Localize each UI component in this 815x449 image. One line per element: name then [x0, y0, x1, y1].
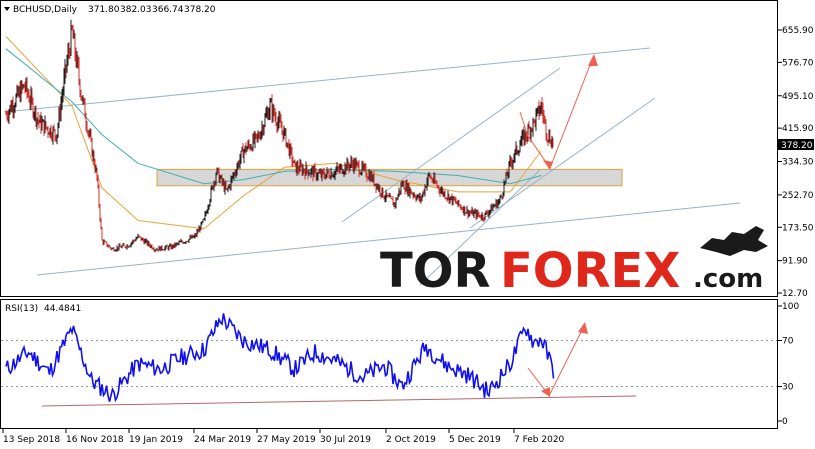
- price-tick-label: 91.90: [782, 257, 808, 267]
- time-tick-label: 16 Nov 2018: [66, 435, 124, 445]
- price-tick-label: 12.70: [782, 289, 808, 299]
- time-tick-label: 13 Sep 2018: [3, 435, 60, 445]
- time-axis: 13 Sep 2018 16 Nov 2018 19 Jan 2019 24 Mar …: [2, 429, 565, 445]
- logo-part-tor: TOR: [380, 243, 491, 299]
- price-tick-label: 415.90: [782, 124, 814, 134]
- logo-part-forex: FOREX: [500, 243, 680, 299]
- forex-chart: BCHUSD,Daily 371.80 382.03 366.74 378.20…: [0, 0, 814, 445]
- rsi-tick-label: 0: [782, 417, 788, 427]
- price-tick-label: 334.30: [782, 158, 814, 168]
- low-value: 366.74: [152, 5, 184, 15]
- price-tick-label: 495.10: [782, 92, 814, 102]
- support-zone-layer: [156, 168, 623, 187]
- time-tick-label: 19 Jan 2019: [129, 435, 183, 445]
- time-tick-label: 27 May 2019: [257, 435, 316, 445]
- time-tick-label: 24 Mar 2019: [194, 435, 251, 445]
- price-axis: 655.90 576.70 495.10 415.90 334.30 252.70 173.…: [778, 26, 814, 299]
- rsi-tick-label: 30: [782, 383, 794, 393]
- time-tick-label: 7 Feb 2020: [514, 435, 565, 445]
- price-header: BCHUSD,Daily 371.80 382.03 366.74 378.20: [4, 5, 216, 15]
- time-tick-label: 30 Jul 2019: [320, 435, 371, 445]
- rsi-indicator-name: RSI(13): [5, 304, 38, 314]
- open-value: 371.80: [88, 5, 120, 15]
- support-zone: [156, 168, 623, 187]
- close-value: 378.20: [184, 5, 216, 15]
- price-tick-label: 655.90: [782, 26, 814, 36]
- price-tick-label: 252.70: [782, 191, 814, 201]
- high-value: 382.03: [120, 5, 152, 15]
- time-tick-label: 5 Dec 2019: [449, 435, 501, 445]
- rsi-tick-label: 100: [782, 302, 799, 312]
- rsi-value: 44.4841: [44, 304, 81, 314]
- price-tick-label: 173.50: [782, 223, 814, 233]
- symbol-label: BCHUSD,Daily: [13, 5, 78, 15]
- price-tick-label: 576.70: [782, 58, 814, 68]
- time-tick-label: 2 Oct 2019: [386, 435, 436, 445]
- current-price-marker: 378.20: [778, 139, 814, 151]
- rsi-tick-label: 70: [782, 337, 794, 347]
- logo-part-com: .com: [693, 264, 763, 294]
- current-price-label: 378.20: [781, 141, 813, 151]
- rsi-axis: 100 70 30 0: [778, 302, 799, 427]
- rsi-title: RSI(13) 44.4841: [5, 304, 81, 314]
